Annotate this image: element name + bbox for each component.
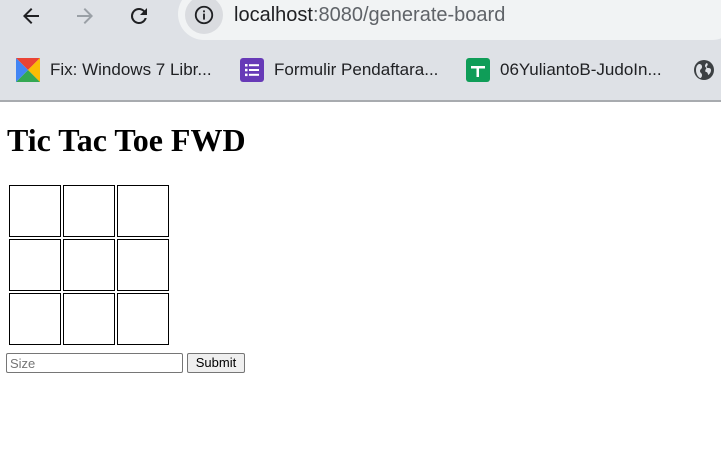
bookmark-label: Formulir Pendaftara... [274,60,439,79]
board-cell[interactable] [9,185,61,237]
back-button[interactable] [17,2,45,30]
url-host: localhost [234,4,313,26]
board-cell[interactable] [63,293,115,345]
back-arrow-icon [23,8,39,24]
board-cell[interactable] [117,293,169,345]
bookmark-fix-windows[interactable]: Fix: Windows 7 Libr... [16,57,212,83]
bookmark-formulir[interactable]: Formulir Pendaftara... [240,57,438,83]
forward-button[interactable] [71,2,99,30]
page-title: Tic Tac Toe FWD [7,122,246,158]
browser-chrome: localhost:8080/generate-board Fix: Windo… [0,0,721,102]
board-cell[interactable] [63,185,115,237]
submit-button[interactable]: Submit [187,353,245,373]
reload-button[interactable] [125,2,153,30]
url-path: :8080/generate-board [312,4,506,26]
url-text[interactable]: localhost:8080/generate-board [234,3,505,27]
board-cell[interactable] [117,185,169,237]
board-cell[interactable] [63,239,115,291]
bookmark-globe[interactable] [692,57,721,83]
globe-icon [694,60,714,80]
board-cell[interactable] [117,239,169,291]
sheets-icon [466,58,490,82]
navigation-bar: localhost:8080/generate-board [0,0,721,40]
board-cell[interactable] [9,293,61,345]
bookmark-label: Fix: Windows 7 Libr... [50,60,212,79]
board-row [9,185,169,237]
bookmark-judo[interactable]: 06YuliantoB-JudoIn... [466,57,662,83]
game-board [7,183,171,347]
page-content: Tic Tac Toe FWD Submit [0,102,721,473]
board-row [9,239,169,291]
board-cell[interactable] [9,239,61,291]
reload-icon [130,7,147,24]
bookmark-label: 06YuliantoB-JudoIn... [500,60,662,79]
colorful-square-icon [16,58,40,82]
forward-arrow-icon [77,8,93,24]
board-row [9,293,169,345]
bookmarks-bar: Fix: Windows 7 Libr... Formulir Pendafta… [0,52,721,88]
size-input[interactable] [6,353,183,373]
info-icon [194,5,214,25]
forms-icon [240,58,264,82]
